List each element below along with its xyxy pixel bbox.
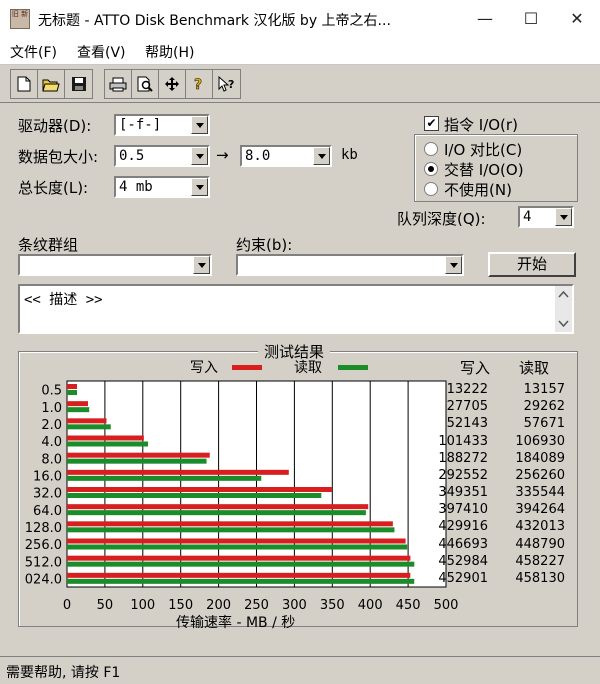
status-text: 需要帮助, 请按 F1 (6, 665, 121, 681)
bar-read (67, 544, 408, 550)
y-tick-label: 256.0 (25, 538, 62, 553)
read-value: 184089 (515, 450, 565, 466)
y-tick-label: 32.0 (33, 487, 62, 502)
write-value: 13222 (446, 382, 488, 397)
bar-read (67, 510, 366, 516)
bar-read (67, 527, 395, 533)
x-tick-label: 150 (168, 598, 193, 613)
x-tick-label: 250 (244, 598, 269, 613)
x-axis-label: 传输速率 - MB / 秒 (176, 615, 296, 631)
y-tick-label: 024.0 (25, 572, 62, 587)
y-tick-label: 0.5 (41, 384, 62, 399)
bar-write (67, 435, 144, 441)
bar-write (67, 452, 210, 458)
bar-write (67, 418, 107, 424)
write-value: 101433 (438, 433, 488, 449)
x-tick-label: 400 (358, 598, 383, 613)
x-tick-label: 500 (434, 598, 459, 613)
bar-read (67, 407, 90, 413)
read-value: 432013 (515, 519, 565, 535)
bar-read (67, 493, 322, 498)
read-value: 458130 (515, 570, 565, 586)
bar-write (67, 487, 332, 492)
read-value: 106930 (515, 433, 565, 449)
bar-write (67, 384, 78, 389)
x-tick-label: 450 (396, 598, 421, 613)
write-value: 452984 (438, 553, 488, 569)
write-value: 397410 (438, 502, 488, 518)
x-tick-label: 300 (282, 598, 307, 613)
bar-write (67, 555, 411, 561)
bar-read (67, 458, 207, 464)
write-value: 52143 (446, 416, 488, 432)
bar-write (67, 572, 411, 578)
write-value: 292552 (438, 467, 488, 483)
bar-write (67, 469, 289, 475)
read-value: 458227 (515, 553, 565, 569)
write-value: 27705 (446, 399, 488, 415)
y-tick-label: 4.0 (41, 435, 62, 450)
status-bar: 需要帮助, 请按 F1 (0, 656, 600, 684)
read-value: 394264 (515, 502, 565, 518)
write-value: 452901 (438, 570, 488, 586)
bar-write (67, 401, 88, 407)
y-tick-label: 2.0 (41, 418, 62, 433)
bar-write (67, 538, 406, 544)
y-tick-label: 512.0 (25, 555, 62, 570)
bar-write (67, 521, 393, 527)
write-value: 188272 (438, 450, 488, 466)
write-value: 349351 (438, 485, 488, 500)
x-tick-label: 50 (97, 598, 114, 613)
write-value: 446693 (438, 536, 488, 552)
bar-read (67, 390, 78, 395)
read-value: 448790 (515, 536, 565, 552)
read-value: 57671 (523, 416, 565, 432)
y-tick-label: 128.0 (25, 521, 62, 536)
bar-read (67, 475, 262, 481)
x-tick-label: 200 (206, 598, 231, 613)
y-tick-label: 1.0 (41, 401, 62, 416)
write-value: 429916 (438, 519, 488, 535)
x-tick-label: 100 (130, 598, 155, 613)
read-value: 29262 (523, 399, 565, 415)
bar-read (67, 578, 415, 584)
y-tick-label: 16.0 (33, 469, 62, 484)
bar-write (67, 504, 369, 510)
read-value: 13157 (523, 382, 565, 397)
read-value: 256260 (515, 467, 565, 483)
bar-read (67, 561, 415, 567)
x-tick-label: 350 (320, 598, 345, 613)
y-tick-label: 64.0 (33, 504, 62, 519)
bar-read (67, 441, 149, 447)
read-value: 335544 (515, 485, 565, 500)
x-tick-label: 0 (63, 598, 71, 613)
bar-read (67, 424, 111, 430)
y-tick-label: 8.0 (41, 452, 62, 467)
